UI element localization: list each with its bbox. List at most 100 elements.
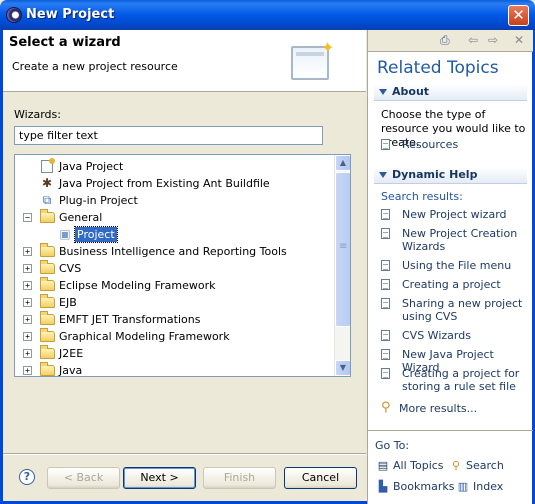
expand-icon[interactable]: + [23, 264, 32, 273]
about-section-header[interactable]: About [374, 84, 527, 101]
folder-open-icon [39, 209, 55, 224]
ant-icon: ✱ [41, 176, 53, 190]
back-arrow-icon[interactable]: ⇦ [468, 33, 478, 47]
project-icon: ▣ [59, 227, 71, 241]
tree-item-label: Project [74, 226, 118, 243]
goto-separator [368, 430, 533, 431]
wizards-label: Wizards: [14, 108, 61, 121]
filter-input[interactable] [14, 126, 323, 145]
dynamic-help-section-header[interactable]: Dynamic Help [374, 167, 527, 184]
document-icon [381, 298, 390, 309]
folder-icon [39, 294, 55, 309]
folder-icon [39, 243, 55, 258]
tree-item-label: EMFT JET Transformations [59, 313, 201, 326]
show-in-contents-icon[interactable]: ⎙ [440, 33, 450, 48]
tree-item-general[interactable]: − General [15, 209, 335, 226]
tree-item-label: J2EE [59, 347, 84, 360]
wizard-tree[interactable]: Java Project ✱ Java Project from Existin… [14, 154, 351, 377]
folder-icon [39, 311, 55, 326]
folder-icon [39, 345, 55, 360]
back-button[interactable]: < Back [47, 467, 120, 489]
expand-icon[interactable]: + [23, 332, 32, 341]
scroll-down-arrow-icon[interactable]: ▼ [335, 360, 350, 376]
tree-item-label: Java [59, 364, 83, 377]
tree-item-java[interactable]: + Java [15, 362, 335, 377]
help-pane: ⎙ ⇦ ⇨ ✕ Related Topics About Choose the … [367, 30, 533, 504]
tree-item-label: Business Intelligence and Reporting Tool… [59, 245, 287, 258]
search-icon: ⚲ [381, 400, 391, 415]
forward-arrow-icon[interactable]: ⇨ [488, 33, 498, 47]
java-project-icon [39, 158, 55, 173]
tree-item-j2ee[interactable]: + J2EE [15, 345, 335, 362]
expand-icon[interactable]: + [23, 366, 32, 375]
tree-item-label: Graphical Modeling Framework [59, 330, 230, 343]
folder-icon [39, 260, 55, 275]
expand-icon[interactable]: + [23, 298, 32, 307]
document-icon [381, 330, 390, 341]
tree-item-label: CVS [59, 262, 82, 275]
tree-item-emf[interactable]: + Eclipse Modeling Framework [15, 277, 335, 294]
folder-icon [39, 277, 55, 292]
window-frame: Select a wizard Create a new project res… [0, 30, 535, 504]
tree-item-cvs[interactable]: + CVS [15, 260, 335, 277]
close-icon[interactable]: ✕ [514, 33, 524, 47]
folder-icon [39, 362, 55, 376]
tree-item-label: Plug-in Project [59, 194, 138, 207]
document-icon [381, 368, 390, 379]
wizard-banner: Select a wizard Create a new project res… [3, 30, 366, 92]
plugin-project-icon: ⧉ [42, 193, 52, 207]
document-icon [381, 228, 390, 239]
document-icon [381, 349, 390, 360]
tree-item-ejb[interactable]: + EJB [15, 294, 335, 311]
tree-item-label: EJB [59, 296, 77, 309]
tree-item-emft-jet[interactable]: + EMFT JET Transformations [15, 311, 335, 328]
expand-icon[interactable]: + [23, 315, 32, 324]
page-description: Create a new project resource [12, 60, 178, 73]
goto-label: Go To: [375, 439, 410, 452]
tree-item-label: General [59, 211, 103, 224]
all-topics-icon: ▤ [377, 459, 389, 472]
new-project-wizard-icon: ✦ [291, 38, 334, 82]
finish-button[interactable]: Finish [203, 467, 276, 489]
expand-icon[interactable]: + [23, 349, 32, 358]
tree-scrollbar[interactable]: ▲ ▼ [334, 155, 350, 376]
page-title: Select a wizard [9, 35, 121, 50]
dynamic-help-header-label: Dynamic Help [392, 168, 478, 181]
close-button[interactable]: ✕ [508, 5, 529, 26]
tree-item-gmf[interactable]: + Graphical Modeling Framework [15, 328, 335, 345]
index-icon: ▥ [457, 480, 469, 493]
button-separator [3, 453, 366, 455]
title-bar[interactable]: New Project ✕ [0, 0, 535, 30]
scroll-up-arrow-icon[interactable]: ▲ [335, 155, 350, 171]
search-results-label: Search results: [381, 190, 463, 203]
scrollbar-thumb[interactable] [335, 172, 350, 327]
collapse-triangle-icon [379, 172, 387, 178]
tree-item-plugin-project[interactable]: ⧉ Plug-in Project [15, 192, 335, 209]
document-icon [381, 279, 390, 290]
window-title: New Project [26, 7, 115, 22]
cancel-button[interactable]: Cancel [284, 467, 357, 489]
help-toolbar: ⎙ ⇦ ⇨ ✕ [368, 30, 533, 52]
about-header-label: About [392, 85, 430, 98]
help-pane-title: Related Topics [377, 58, 499, 78]
tree-item-ant-project[interactable]: ✱ Java Project from Existing Ant Buildfi… [15, 175, 335, 192]
tree-item-birt[interactable]: + Business Intelligence and Reporting To… [15, 243, 335, 260]
tree-item-label: Java Project from Existing Ant Buildfile [59, 177, 270, 190]
expand-icon[interactable]: + [23, 247, 32, 256]
folder-icon [39, 328, 55, 343]
help-icon[interactable]: ? [19, 469, 35, 485]
tree-item-label: Eclipse Modeling Framework [59, 279, 216, 292]
search-icon: ⚲ [451, 459, 461, 472]
collapse-icon[interactable]: − [23, 213, 32, 222]
bookmarks-icon: ▙ [378, 480, 388, 493]
tree-item-label: Java Project [59, 160, 124, 173]
document-icon [381, 139, 390, 150]
document-icon [381, 209, 390, 220]
eclipse-icon [6, 7, 22, 23]
tree-item-project[interactable]: ▣ Project [15, 226, 335, 243]
collapse-triangle-icon [379, 89, 387, 95]
document-icon [381, 260, 390, 271]
next-button[interactable]: Next > [123, 467, 196, 489]
tree-item-java-project[interactable]: Java Project [15, 158, 335, 175]
expand-icon[interactable]: + [23, 281, 32, 290]
